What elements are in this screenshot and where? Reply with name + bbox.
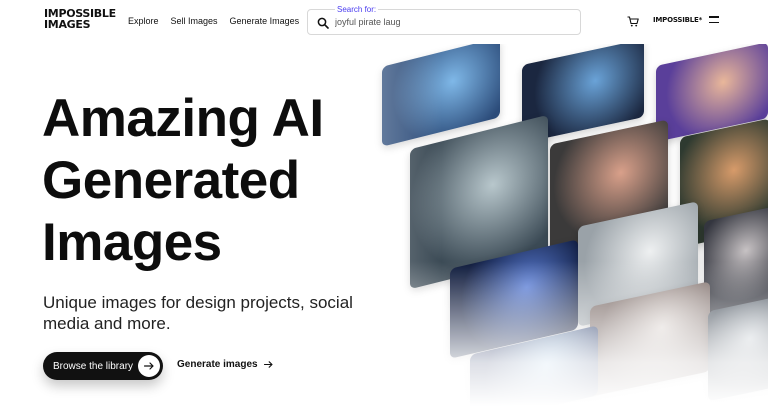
hero-title-line-2: Generated — [42, 151, 300, 210]
browse-library-label: Browse the library — [53, 360, 134, 372]
browse-library-button[interactable]: Browse the library — [43, 352, 163, 380]
generate-images-label: Generate images — [177, 359, 258, 370]
search-label: Search for: — [335, 5, 379, 14]
search-icon — [317, 17, 329, 29]
nav-generate-images[interactable]: Generate Images — [230, 16, 300, 26]
search-box[interactable]: Search for: — [307, 5, 581, 35]
nav-sell-images[interactable]: Sell Images — [171, 16, 218, 26]
arrow-right-icon — [263, 361, 273, 368]
image-mosaic — [360, 44, 768, 406]
arrow-circle — [138, 355, 160, 377]
hero-subtitle: Unique images for design projects, socia… — [43, 293, 353, 333]
search-input[interactable] — [335, 15, 565, 29]
menu-icon-bar-top — [709, 16, 719, 18]
site-logo[interactable]: IMPOSSIBLE IMAGES — [44, 8, 116, 34]
nav-explore[interactable]: Explore — [128, 16, 159, 26]
site-header: IMPOSSIBLE IMAGES Explore Sell Images Ge… — [0, 0, 768, 44]
mosaic-tiles — [360, 44, 768, 406]
menu-icon-bar-bottom — [709, 21, 719, 23]
logo-line-2: IMAGES — [44, 18, 91, 31]
hero-title: Amazing AI Generated Images — [42, 88, 372, 274]
hero-title-line-1: Amazing AI — [42, 89, 324, 148]
menu-icon[interactable] — [709, 16, 719, 26]
account-logo[interactable]: IMPOSSIBLE* — [653, 16, 702, 24]
cart-icon[interactable] — [627, 16, 639, 27]
main-nav: Explore Sell Images Generate Images — [128, 16, 299, 26]
tile-city-fog[interactable] — [708, 296, 768, 402]
arrow-right-icon — [144, 362, 154, 370]
hero-title-line-3: Images — [42, 213, 222, 272]
generate-images-link[interactable]: Generate images — [177, 359, 273, 370]
